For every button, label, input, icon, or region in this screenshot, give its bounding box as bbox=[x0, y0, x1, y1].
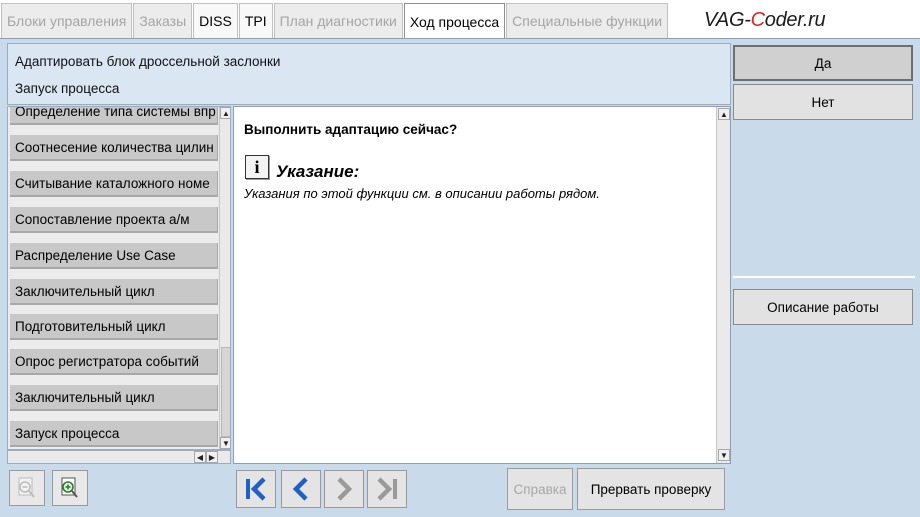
list-item[interactable]: Соотнесение количества цилин bbox=[10, 135, 218, 161]
watermark-logo: VAG-Coder.ru bbox=[704, 9, 826, 32]
no-button[interactable]: Нет bbox=[733, 84, 913, 120]
tab-bar: Блоки управления Заказы DISS TPI План ди… bbox=[0, 0, 920, 39]
tab-control-units[interactable]: Блоки управления bbox=[1, 3, 133, 38]
content-pane: Выполнить адаптацию сейчас? i Указание: … bbox=[233, 106, 731, 464]
scroll-left-icon[interactable]: ◀ bbox=[194, 451, 206, 463]
zoom-out-button[interactable] bbox=[9, 470, 45, 506]
list-item-label: Распределение Use Case bbox=[15, 247, 176, 263]
tab-orders[interactable]: Заказы bbox=[133, 3, 193, 38]
list-item[interactable]: Определение типа системы впр bbox=[10, 106, 218, 125]
main-frame: Адаптировать блок дроссельной заслонки З… bbox=[0, 38, 920, 517]
tab-diss[interactable]: DISS bbox=[193, 3, 238, 38]
scroll-up-icon[interactable]: ▲ bbox=[718, 108, 730, 120]
content-vertical-scrollbar[interactable]: ▲ ▼ bbox=[716, 107, 730, 463]
list-item[interactable]: Распределение Use Case bbox=[10, 243, 218, 269]
list-item-label: Сопоставление проекта а/м bbox=[15, 211, 190, 227]
process-header: Адаптировать блок дроссельной заслонки З… bbox=[7, 43, 731, 105]
first-step-button[interactable] bbox=[236, 470, 276, 508]
chevron-left-icon bbox=[292, 477, 308, 501]
abort-test-button[interactable]: Прервать проверку bbox=[577, 468, 725, 510]
info-icon: i bbox=[245, 155, 269, 179]
list-item-label: Заключительный цикл bbox=[15, 283, 155, 299]
list-item[interactable]: Заключительный цикл bbox=[10, 385, 218, 411]
note-text: Указания по этой функции см. в описании … bbox=[244, 186, 600, 201]
list-item[interactable]: Запуск процесса bbox=[10, 421, 218, 447]
list-item[interactable]: Опрос регистратора событий bbox=[10, 349, 218, 375]
panel-divider bbox=[733, 276, 915, 278]
zoom-in-icon bbox=[61, 477, 78, 498]
list-item[interactable]: Заключительный цикл bbox=[10, 279, 218, 305]
previous-step-button[interactable] bbox=[281, 470, 321, 508]
watermark-text-1: VAG- bbox=[704, 9, 751, 31]
scroll-down-icon[interactable]: ▼ bbox=[718, 449, 730, 461]
list-item[interactable]: Считывание каталожного номе bbox=[10, 171, 218, 197]
skip-to-first-icon bbox=[246, 477, 266, 501]
watermark-text-accent: C bbox=[750, 9, 765, 31]
list-item[interactable]: Сопоставление проекта а/м bbox=[10, 207, 218, 233]
step-list-vertical-scrollbar[interactable]: ▲ ▼ bbox=[219, 107, 230, 449]
help-button[interactable]: Справка bbox=[507, 468, 573, 510]
skip-to-last-icon bbox=[377, 477, 397, 501]
scroll-up-icon[interactable]: ▲ bbox=[220, 107, 230, 119]
list-item[interactable]: Подготовительный цикл bbox=[10, 314, 218, 340]
scroll-down-icon[interactable]: ▼ bbox=[220, 437, 230, 449]
process-subtitle: Запуск процесса bbox=[15, 81, 120, 96]
chevron-right-icon bbox=[337, 477, 353, 501]
list-item-label: Подготовительный цикл bbox=[15, 318, 166, 334]
tab-process-progress[interactable]: Ход процесса bbox=[403, 3, 506, 39]
step-list-items: Определение типа системы впр Соотнесение… bbox=[8, 106, 218, 449]
tab-tpi[interactable]: TPI bbox=[238, 3, 273, 38]
list-item-label: Считывание каталожного номе bbox=[15, 175, 210, 191]
work-description-button[interactable]: Описание работы bbox=[733, 289, 913, 325]
zoom-in-button[interactable] bbox=[52, 470, 88, 506]
list-item-label: Определение типа системы впр bbox=[15, 106, 216, 119]
scrollbar-thumb[interactable] bbox=[221, 347, 230, 437]
note-title: Указание: bbox=[276, 162, 360, 181]
list-item-label: Соотнесение количества цилин bbox=[15, 139, 214, 155]
list-item-label: Запуск процесса bbox=[15, 425, 120, 441]
tab-strip: Блоки управления Заказы DISS TPI План ди… bbox=[1, 3, 669, 39]
adaptation-question: Выполнить адаптацию сейчас? bbox=[244, 122, 458, 137]
yes-button[interactable]: Да bbox=[733, 45, 913, 81]
zoom-out-icon bbox=[18, 477, 35, 498]
list-item-label: Заключительный цикл bbox=[15, 389, 155, 405]
list-item-label: Опрос регистратора событий bbox=[15, 353, 199, 369]
process-title: Адаптировать блок дроссельной заслонки bbox=[15, 54, 281, 69]
watermark-text-2: oder.ru bbox=[764, 9, 826, 31]
tab-diagnostic-plan[interactable]: План диагностики bbox=[273, 3, 403, 38]
tab-special-functions[interactable]: Специальные функции bbox=[506, 3, 669, 38]
step-list-horizontal-scrollbar[interactable]: ◀ ▶ bbox=[7, 450, 231, 464]
last-step-button[interactable] bbox=[367, 470, 407, 508]
scroll-right-icon[interactable]: ▶ bbox=[206, 451, 218, 463]
step-list: Определение типа системы впр Соотнесение… bbox=[7, 106, 231, 450]
next-step-button[interactable] bbox=[324, 470, 364, 508]
